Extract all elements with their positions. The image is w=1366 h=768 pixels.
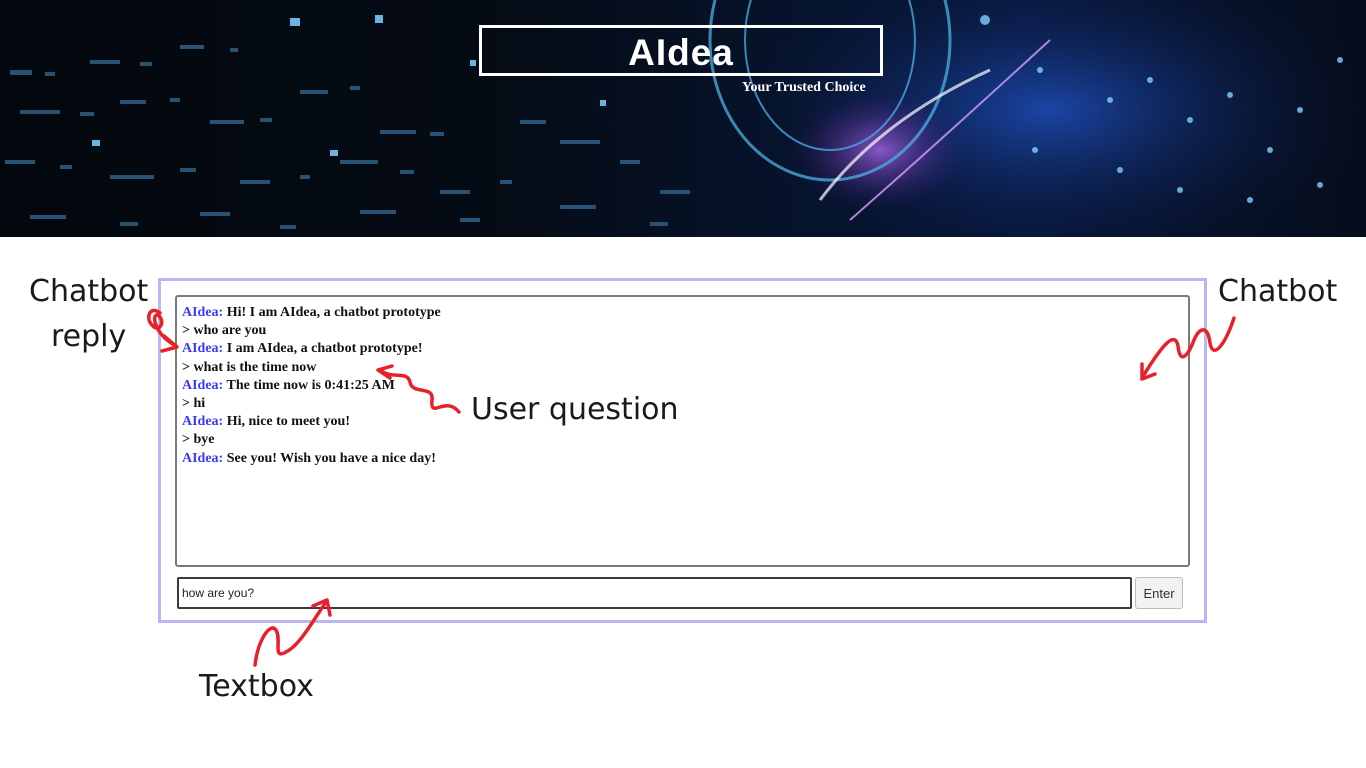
chat-message: > hi xyxy=(182,395,1188,413)
annotation-chatbot-reply-line1: Chatbot xyxy=(29,274,149,309)
message-speaker: AIdea: xyxy=(182,377,224,393)
chat-message: AIdea: Hi, nice to meet you! xyxy=(182,413,1188,431)
chat-message: > bye xyxy=(182,431,1188,449)
page: AIdea Your Trusted Choice AIdea: Hi! I a… xyxy=(0,0,1366,768)
message-text: > hi xyxy=(182,395,206,411)
chat-message: AIdea: I am AIdea, a chatbot prototype! xyxy=(182,340,1188,358)
annotation-user-question: User question xyxy=(471,392,679,427)
chat-message: > what is the time now xyxy=(182,359,1188,377)
logo-frame: AIdea xyxy=(479,25,883,76)
header-banner: AIdea Your Trusted Choice xyxy=(0,0,1366,237)
message-speaker: AIdea: xyxy=(182,414,224,430)
annotation-chatbot: Chatbot xyxy=(1218,274,1338,309)
chat-message: AIdea: See you! Wish you have a nice day… xyxy=(182,450,1188,468)
chat-textbox[interactable] xyxy=(177,577,1132,609)
message-speaker: AIdea: xyxy=(182,305,224,320)
message-text: Hi, nice to meet you! xyxy=(223,414,350,430)
message-text: I am AIdea, a chatbot prototype! xyxy=(223,341,423,357)
message-speaker: AIdea: xyxy=(182,341,224,357)
annotation-chatbot-reply-line2: reply xyxy=(51,319,127,354)
chat-message: AIdea: The time now is 0:41:25 AM xyxy=(182,377,1188,395)
message-text: > bye xyxy=(182,432,215,448)
enter-button[interactable]: Enter xyxy=(1135,577,1183,609)
message-text: The time now is 0:41:25 AM xyxy=(223,377,395,393)
message-text: > who are you xyxy=(182,323,267,339)
message-text: > what is the time now xyxy=(182,359,317,375)
logo-title: AIdea xyxy=(628,32,734,73)
message-text: Hi! I am AIdea, a chatbot prototype xyxy=(223,305,441,320)
chat-message: > who are you xyxy=(182,322,1188,340)
chat-message: AIdea: Hi! I am AIdea, a chatbot prototy… xyxy=(182,304,1188,322)
message-text: See you! Wish you have a nice day! xyxy=(223,450,436,466)
chat-log[interactable]: AIdea: Hi! I am AIdea, a chatbot prototy… xyxy=(175,295,1190,567)
logo-tagline: Your Trusted Choice xyxy=(742,80,866,95)
message-speaker: AIdea: xyxy=(182,450,224,466)
annotation-textbox: Textbox xyxy=(199,669,314,704)
